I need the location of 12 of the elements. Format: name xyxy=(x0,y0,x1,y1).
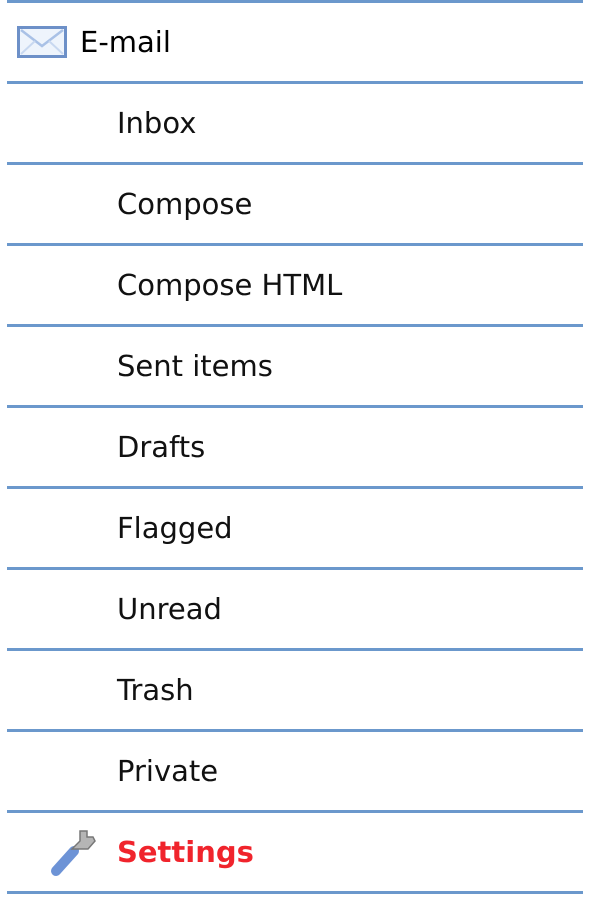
menu-item[interactable]: Trash xyxy=(117,673,194,707)
menu-item[interactable]: Drafts xyxy=(117,430,206,464)
menu-item[interactable]: Settings xyxy=(117,835,254,869)
envelope-icon xyxy=(17,26,67,58)
menu-item[interactable]: Unread xyxy=(117,592,222,626)
menu-item[interactable]: Compose HTML xyxy=(117,268,342,302)
menu-item[interactable]: Sent items xyxy=(117,349,273,383)
menu-item[interactable]: Compose xyxy=(117,187,252,221)
menu-item[interactable]: Flagged xyxy=(117,511,233,545)
menu-item[interactable]: Inbox xyxy=(117,106,196,140)
menu-item[interactable]: Private xyxy=(117,754,218,788)
menu-header-link[interactable]: E-mail xyxy=(80,25,171,59)
